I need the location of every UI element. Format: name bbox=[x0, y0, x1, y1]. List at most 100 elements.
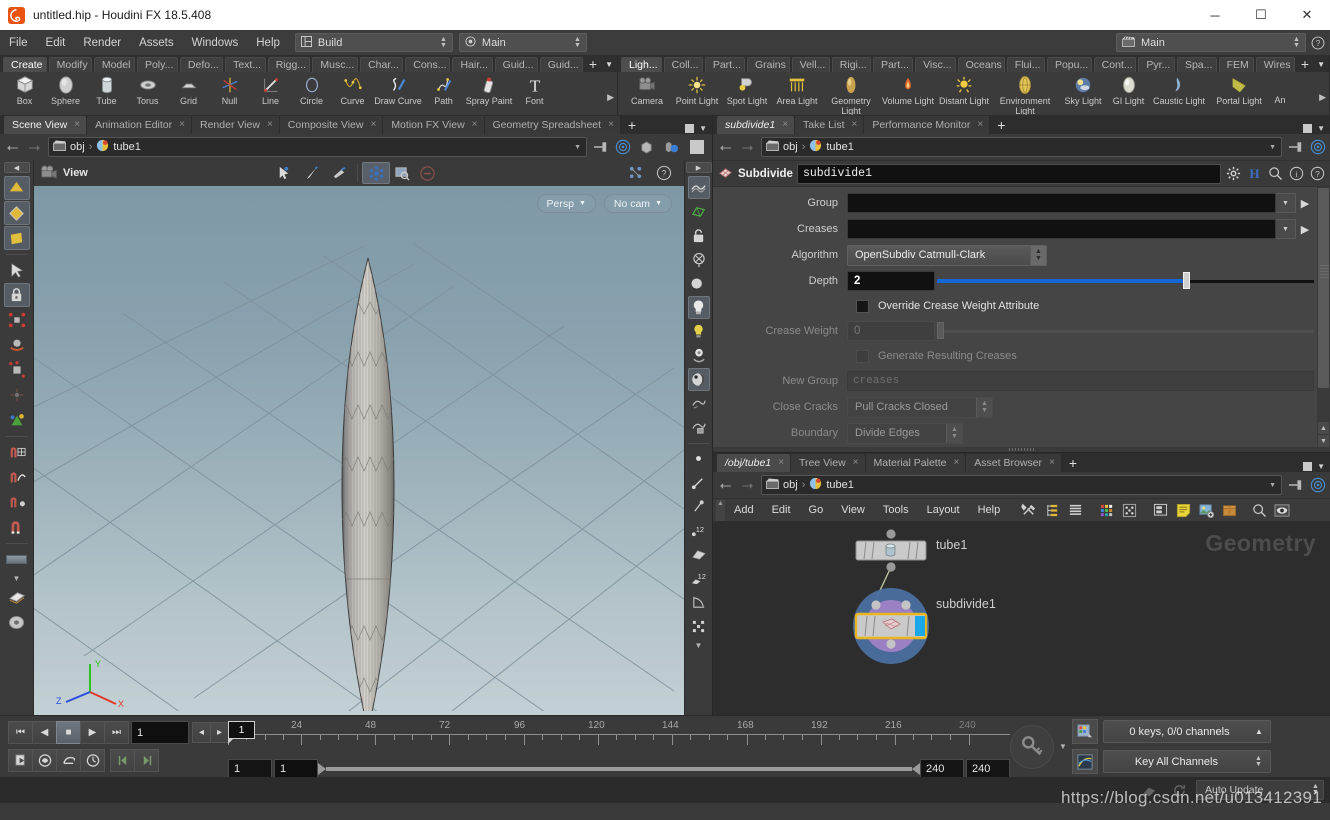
secure-selection-icon[interactable] bbox=[3, 283, 30, 307]
network-menu-edit[interactable]: Edit bbox=[763, 499, 800, 522]
node-name-input[interactable]: subdivide1 bbox=[796, 163, 1221, 184]
select-mode-icon[interactable] bbox=[3, 201, 30, 225]
headlight-icon[interactable] bbox=[687, 296, 710, 319]
tab-material-palette[interactable]: Material Palette × bbox=[865, 454, 966, 472]
parameter-scrollbar[interactable]: ▲ ▼ bbox=[1317, 187, 1330, 447]
animation-editor-icon[interactable] bbox=[1071, 749, 1098, 774]
shelf-tab-deform[interactable]: Defo... bbox=[179, 57, 224, 72]
hierarchy-icon[interactable] bbox=[1041, 500, 1063, 521]
group-input[interactable] bbox=[847, 193, 1276, 213]
network-canvas[interactable]: Geometry tube1 subdivide1 bbox=[713, 521, 1330, 715]
snap-point-icon[interactable] bbox=[4, 490, 30, 514]
tab-animation-editor[interactable]: Animation Editor × bbox=[87, 116, 191, 134]
scrollbar-thumb[interactable] bbox=[1318, 188, 1329, 388]
handle-mode-icon[interactable] bbox=[3, 226, 30, 250]
shelf-item-ambient-light[interactable]: An bbox=[1269, 73, 1291, 106]
shelf-item-circle[interactable]: Circle bbox=[291, 73, 332, 107]
menu-assets[interactable]: Assets bbox=[130, 30, 183, 56]
playback-mode-icon[interactable] bbox=[56, 749, 81, 772]
tab-tree-view[interactable]: Tree View × bbox=[790, 454, 865, 472]
list-icon[interactable] bbox=[1064, 500, 1086, 521]
jump-to-end-button[interactable]: ⏭ bbox=[104, 721, 129, 744]
handle-tool-icon[interactable] bbox=[297, 162, 325, 184]
close-icon[interactable]: × bbox=[953, 454, 959, 472]
point-numbers-icon[interactable]: 12 bbox=[688, 519, 710, 542]
shelf-item-curve[interactable]: Curve bbox=[332, 73, 373, 107]
forward-arrow-icon[interactable]: ⭢ bbox=[739, 477, 756, 494]
close-icon[interactable]: × bbox=[778, 454, 784, 472]
right-desk-combo[interactable]: Main ▲ ▼ bbox=[1116, 33, 1306, 52]
tab-asset-browser[interactable]: Asset Browser × bbox=[966, 454, 1061, 472]
close-icon[interactable]: × bbox=[1049, 454, 1055, 472]
pane-menu-chevron-down-icon[interactable]: ▼ bbox=[1317, 124, 1325, 133]
hull-display-icon[interactable] bbox=[688, 615, 710, 638]
playback-range-start-input[interactable]: 1 bbox=[274, 759, 318, 779]
auto-update-spinner[interactable]: ▲ ▼ bbox=[1310, 783, 1321, 796]
light-icon[interactable] bbox=[4, 610, 30, 634]
shelf-tab-characters[interactable]: Char... bbox=[360, 57, 404, 72]
shelf-tab-viscous-fluids[interactable]: Visc... bbox=[915, 57, 956, 72]
pin-icon[interactable] bbox=[1287, 477, 1304, 494]
shelf-item-null[interactable]: Null bbox=[209, 73, 250, 107]
maximize-pane-icon[interactable] bbox=[1303, 462, 1313, 471]
shelf-item-gi-light[interactable]: GI Light bbox=[1108, 73, 1149, 107]
override-crease-weight-checkbox[interactable] bbox=[856, 299, 869, 313]
shelf-tab-constraints[interactable]: Cons... bbox=[405, 57, 451, 72]
shelf-tab-polygon[interactable]: Poly... bbox=[136, 57, 178, 72]
back-arrow-icon[interactable]: ⭠ bbox=[4, 139, 21, 156]
group-dropdown-icon[interactable]: ▼ bbox=[1276, 193, 1296, 213]
node-label-tube1[interactable]: tube1 bbox=[936, 538, 967, 552]
shelf-left-scroll-right-icon[interactable]: ▶ bbox=[607, 92, 614, 103]
shelf-tab-populate-container[interactable]: Popu... bbox=[1046, 57, 1092, 72]
range-bar[interactable] bbox=[326, 767, 912, 771]
close-icon[interactable]: × bbox=[74, 116, 80, 134]
tools-icon[interactable] bbox=[1018, 500, 1040, 521]
xray-icon[interactable] bbox=[688, 248, 710, 271]
gear-icon[interactable] bbox=[1225, 165, 1242, 182]
key-menu-chevron-down-icon[interactable]: ▼ bbox=[1059, 742, 1067, 751]
shelf-item-camera[interactable]: Camera bbox=[622, 73, 672, 107]
desktop-combo[interactable]: Build ▲ ▼ bbox=[294, 33, 453, 52]
sticky-note-icon[interactable] bbox=[1172, 500, 1194, 521]
time-icon[interactable] bbox=[80, 749, 105, 772]
normals-display-icon[interactable] bbox=[688, 495, 710, 518]
depth-input[interactable]: 2 bbox=[847, 271, 935, 291]
network-menu-layout[interactable]: Layout bbox=[918, 499, 969, 522]
key-icon[interactable] bbox=[1010, 724, 1054, 769]
help-circle-icon[interactable]: ? bbox=[1309, 165, 1326, 182]
tab-performance-monitor[interactable]: Performance Monitor × bbox=[864, 116, 990, 134]
shelf-item-line[interactable]: Line bbox=[250, 73, 291, 107]
back-arrow-icon[interactable]: ⭠ bbox=[717, 477, 734, 494]
shelf-item-area-light[interactable]: Area Light bbox=[772, 73, 822, 107]
shelf-item-sky-light[interactable]: Sky Light bbox=[1058, 73, 1108, 107]
tab-take-list[interactable]: Take List × bbox=[795, 116, 864, 134]
dots-grid-icon[interactable] bbox=[1118, 500, 1140, 521]
target-icon[interactable] bbox=[1309, 139, 1326, 156]
forward-arrow-icon[interactable]: ⭢ bbox=[739, 139, 756, 156]
handle-align-icon[interactable] bbox=[4, 408, 30, 432]
playhead[interactable]: 1 bbox=[228, 721, 255, 744]
global-range-end-input[interactable]: 240 bbox=[966, 759, 1010, 779]
display-set-chevron-down-icon[interactable]: ▼ bbox=[4, 572, 30, 584]
key-mode-spinner[interactable]: ▲ ▼ bbox=[1253, 755, 1264, 768]
shelf-tab-rigging[interactable]: Rigg... bbox=[267, 57, 311, 72]
shelf-tab-guide-process[interactable]: Guid... bbox=[494, 57, 538, 72]
help-circle-icon[interactable]: ? bbox=[1306, 34, 1330, 51]
key-mode-select[interactable]: Key All Channels ▲ ▼ bbox=[1102, 750, 1271, 773]
shelf-left-chevron-down-icon[interactable]: ▼ bbox=[601, 57, 617, 72]
info-icon[interactable]: i bbox=[1288, 165, 1305, 182]
target-icon[interactable] bbox=[614, 139, 631, 156]
maximize-pane-icon[interactable] bbox=[1303, 124, 1313, 133]
pane-menu-chevron-down-icon[interactable]: ▼ bbox=[699, 124, 707, 133]
set-end-icon[interactable] bbox=[134, 749, 159, 772]
nudge-back-button[interactable]: ◂ bbox=[192, 722, 211, 743]
point-display-icon[interactable] bbox=[688, 447, 710, 470]
desktop-combo-spinner[interactable]: ▲ ▼ bbox=[438, 36, 449, 49]
shelf-left-add-button[interactable]: + bbox=[585, 57, 601, 72]
back-arrow-icon[interactable]: ⭠ bbox=[717, 139, 734, 156]
network-path-field[interactable]: obj › tube1 ▼ bbox=[761, 137, 1282, 157]
display-set-icon[interactable] bbox=[4, 547, 30, 571]
current-frame-input[interactable]: 1 bbox=[131, 721, 189, 744]
creases-reselect-icon[interactable]: ▶ bbox=[1296, 223, 1314, 236]
prim-display-icon[interactable] bbox=[688, 543, 710, 566]
